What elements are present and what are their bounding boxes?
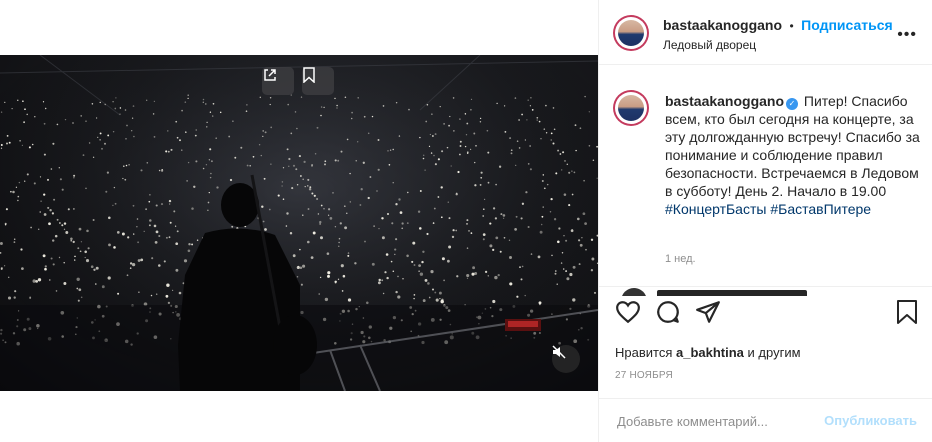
muted-speaker-icon — [552, 345, 566, 359]
caption-body: bastaakanoggano ✓ Питер! Спасибо всем, кт… — [665, 92, 921, 218]
follow-button[interactable]: Подписаться — [801, 17, 893, 33]
mute-button[interactable] — [552, 345, 580, 373]
publish-button[interactable]: Опубликовать — [824, 413, 917, 428]
post-location[interactable]: Ледовый дворец — [663, 38, 756, 52]
external-link-icon — [264, 69, 276, 81]
likes-prefix: Нравится — [615, 345, 673, 360]
share-button[interactable] — [695, 299, 721, 325]
comment-button[interactable] — [655, 299, 681, 325]
post-header: bastaakanoggano • Подписаться Ледовый дв… — [599, 0, 932, 65]
bookmark-icon — [897, 300, 917, 324]
caption-section: bastaakanoggano ✓ Питер! Спасибо всем, кт… — [599, 66, 932, 286]
save-button[interactable] — [895, 299, 921, 325]
comment-icon — [657, 301, 679, 323]
media-column — [0, 0, 598, 442]
comment-bar: Опубликовать — [599, 398, 932, 442]
bookmark-icon — [303, 67, 315, 83]
like-button[interactable] — [615, 299, 641, 325]
post-date[interactable]: 27 НОЯБРЯ — [615, 370, 673, 381]
caption-time: 1 нед. — [665, 253, 696, 265]
hashtag-link[interactable]: #КонцертБасты — [665, 201, 766, 217]
instagram-post-page: bastaakanoggano • Подписаться Ледовый дв… — [0, 0, 932, 442]
author-username[interactable]: bastaakanoggano — [663, 17, 782, 33]
likes-user[interactable]: a_bakhtina — [676, 345, 744, 360]
post-video[interactable] — [0, 55, 598, 391]
hashtag-link[interactable]: #БаставПитере — [770, 201, 871, 217]
share-external-button[interactable] — [262, 67, 294, 95]
more-options-button[interactable]: ••• — [897, 26, 917, 44]
action-bar — [599, 286, 932, 336]
separator-dot: • — [789, 19, 794, 33]
heart-icon — [616, 301, 640, 324]
more-dots-icon: ••• — [897, 26, 917, 43]
paper-plane-icon — [696, 301, 720, 323]
comment-input[interactable] — [617, 411, 817, 431]
likes-summary: Нравится a_bakhtina и другим — [615, 345, 801, 360]
caption-author[interactable]: bastaakanoggano — [665, 93, 784, 109]
verified-badge-icon: ✓ — [786, 98, 799, 110]
post-details-panel: bastaakanoggano • Подписаться Ледовый дв… — [598, 0, 932, 442]
save-video-button[interactable] — [302, 67, 334, 95]
likes-suffix[interactable]: и другим — [748, 345, 801, 360]
author-avatar[interactable] — [613, 15, 649, 51]
concert-scene — [0, 55, 598, 391]
caption-author-avatar[interactable] — [613, 90, 649, 126]
